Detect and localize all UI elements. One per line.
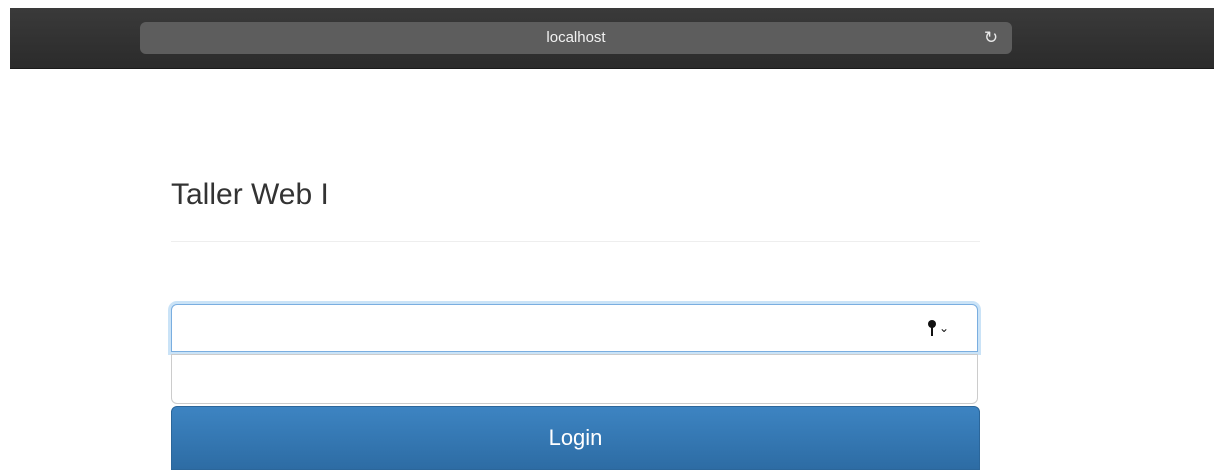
keychain-icon[interactable]: ⌄ <box>928 317 964 339</box>
reload-icon[interactable]: ↻ <box>982 22 1000 54</box>
page-title: Taller Web I <box>171 178 329 211</box>
address-bar[interactable]: localhost ↻ <box>140 22 1012 54</box>
address-text: localhost <box>546 29 606 46</box>
login-button[interactable]: Login <box>171 406 980 470</box>
username-input[interactable] <box>171 304 978 352</box>
chevron-down-icon: ⌄ <box>939 321 950 335</box>
password-input[interactable] <box>171 354 978 404</box>
browser-toolbar: localhost ↻ <box>10 8 1214 69</box>
key-icon <box>928 320 936 336</box>
header-divider <box>171 241 980 242</box>
